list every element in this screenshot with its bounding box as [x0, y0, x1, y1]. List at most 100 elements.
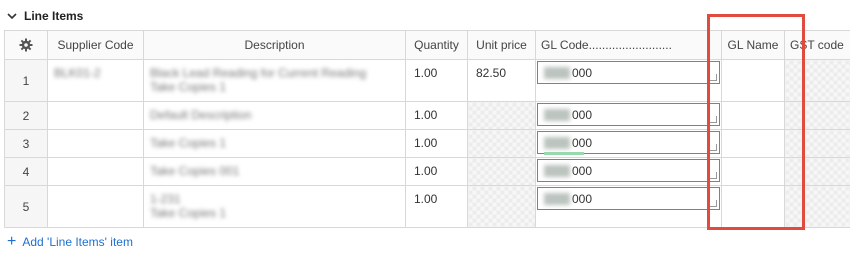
gear-icon[interactable]	[19, 38, 33, 52]
gl-code-cell[interactable]: 000	[535, 185, 722, 228]
description-cell[interactable]: 1-231 Take Copies 1	[143, 185, 406, 228]
supplier-code-value: BLK01-2	[54, 66, 101, 80]
supplier-code-value	[49, 103, 143, 115]
unit-price-cell	[467, 129, 536, 158]
resize-handle-icon[interactable]	[710, 143, 717, 151]
unit-price-cell	[467, 101, 536, 130]
column-header-gl-code[interactable]: GL Code.........................	[535, 30, 722, 60]
add-line-item-label: Add 'Line Items' item	[22, 235, 133, 249]
supplier-code-value	[49, 131, 143, 143]
gl-code-value: 000	[572, 135, 593, 150]
redacted-text	[544, 108, 570, 121]
quantity-value: 1.00	[414, 136, 438, 150]
chevron-down-icon[interactable]	[6, 10, 18, 22]
table-row: 5 1-231 Take Copies 1 1.00 000	[4, 185, 850, 228]
supplier-code-cell[interactable]	[47, 157, 144, 186]
table-row: 1 BLK01-2 Black Lead Reading for Current…	[4, 59, 850, 102]
description-value: 1-231 Take Copies 1	[145, 187, 405, 227]
redacted-text	[544, 66, 570, 79]
description-line: Black Lead Reading for Current Reading	[150, 66, 367, 80]
add-line-item-button[interactable]: + Add 'Line Items' item	[7, 233, 133, 251]
gl-name-cell[interactable]	[721, 185, 785, 228]
row-number: 5	[4, 185, 48, 228]
resize-handle-icon[interactable]	[710, 115, 717, 123]
quantity-cell[interactable]: 1.00	[405, 157, 468, 186]
section-header[interactable]: Line Items	[6, 6, 83, 26]
gl-name-cell[interactable]	[721, 101, 785, 130]
supplier-code-value	[49, 159, 143, 171]
quantity-value: 1.00	[414, 108, 438, 122]
description-cell[interactable]: Black Lead Reading for Current Reading T…	[143, 59, 406, 102]
row-number: 3	[4, 129, 48, 158]
column-header-gst-code[interactable]: GST code	[784, 30, 850, 60]
gl-code-value: 000	[572, 163, 593, 178]
column-header-description[interactable]: Description	[143, 30, 406, 60]
redacted-text	[544, 136, 570, 149]
gl-code-input[interactable]: 000	[537, 131, 720, 155]
gst-code-cell	[784, 59, 850, 102]
unit-price-cell	[467, 185, 536, 228]
supplier-code-cell[interactable]: BLK01-2	[47, 59, 144, 102]
row-number: 2	[4, 101, 48, 130]
redacted-text	[544, 164, 570, 177]
gst-code-cell	[784, 101, 850, 130]
gl-code-value: 000	[572, 191, 593, 206]
quantity-value: 1.00	[414, 192, 438, 206]
quantity-cell[interactable]: 1.00	[405, 129, 468, 158]
quantity-cell[interactable]: 1.00	[405, 59, 468, 102]
description-line: Take Copies 1	[150, 80, 227, 94]
redacted-text	[544, 192, 570, 205]
description-cell[interactable]: Take Copies 001	[143, 157, 406, 186]
gl-code-input[interactable]: 000	[537, 159, 720, 182]
column-header-quantity[interactable]: Quantity	[405, 30, 468, 60]
column-header-gl-name[interactable]: GL Name	[721, 30, 785, 60]
gl-name-cell[interactable]	[721, 157, 785, 186]
gl-name-cell[interactable]	[721, 129, 785, 158]
description-value: Take Copies 1	[150, 136, 227, 150]
line-items-table: Supplier Code Description Quantity Unit …	[4, 30, 850, 228]
quantity-cell[interactable]: 1.00	[405, 185, 468, 228]
line-items-grid: Supplier Code Description Quantity Unit …	[4, 30, 850, 229]
column-header-supplier-code[interactable]: Supplier Code	[47, 30, 144, 60]
gst-code-cell	[784, 129, 850, 158]
gl-code-cell[interactable]: 000	[535, 157, 722, 186]
underline-decoration	[544, 151, 584, 155]
description-value: Take Copies 001	[150, 164, 240, 178]
column-header-unit-price[interactable]: Unit price	[467, 30, 536, 60]
supplier-code-cell[interactable]	[47, 101, 144, 130]
unit-price-value: 82.50	[476, 66, 507, 80]
description-value: Black Lead Reading for Current Reading T…	[145, 61, 405, 101]
row-number: 4	[4, 157, 48, 186]
resize-handle-icon[interactable]	[710, 73, 717, 81]
supplier-code-value	[49, 187, 143, 199]
gl-code-cell[interactable]: 000	[535, 129, 722, 158]
gl-code-input[interactable]: 000	[537, 103, 720, 126]
description-value: Default Description	[150, 108, 252, 122]
section-title: Line Items	[24, 9, 84, 23]
gl-code-cell[interactable]: 000	[535, 101, 722, 130]
quantity-cell[interactable]: 1.00	[405, 101, 468, 130]
quantity-value: 1.00	[414, 164, 438, 178]
gl-code-input[interactable]: 000	[537, 61, 720, 84]
table-row: 4 Take Copies 001 1.00 000	[4, 157, 850, 186]
gst-code-cell	[784, 157, 850, 186]
gl-name-cell[interactable]	[721, 59, 785, 102]
resize-handle-icon[interactable]	[710, 171, 717, 179]
quantity-value: 1.00	[414, 66, 438, 80]
table-row: 3 Take Copies 1 1.00 000	[4, 129, 850, 158]
unit-price-cell[interactable]: 82.50	[467, 59, 536, 102]
plus-icon: +	[7, 233, 17, 250]
supplier-code-cell[interactable]	[47, 185, 144, 228]
row-number: 1	[4, 59, 48, 102]
supplier-code-cell[interactable]	[47, 129, 144, 158]
gl-code-input[interactable]: 000	[537, 187, 720, 210]
description-cell[interactable]: Take Copies 1	[143, 129, 406, 158]
header-row: Supplier Code Description Quantity Unit …	[4, 30, 850, 60]
settings-header[interactable]	[4, 30, 48, 60]
gl-code-value: 000	[572, 65, 593, 80]
gl-code-cell[interactable]: 000	[535, 59, 722, 102]
description-cell[interactable]: Default Description	[143, 101, 406, 130]
gst-code-cell	[784, 185, 850, 228]
resize-handle-icon[interactable]	[710, 199, 717, 207]
description-line: 1-231	[150, 192, 181, 206]
